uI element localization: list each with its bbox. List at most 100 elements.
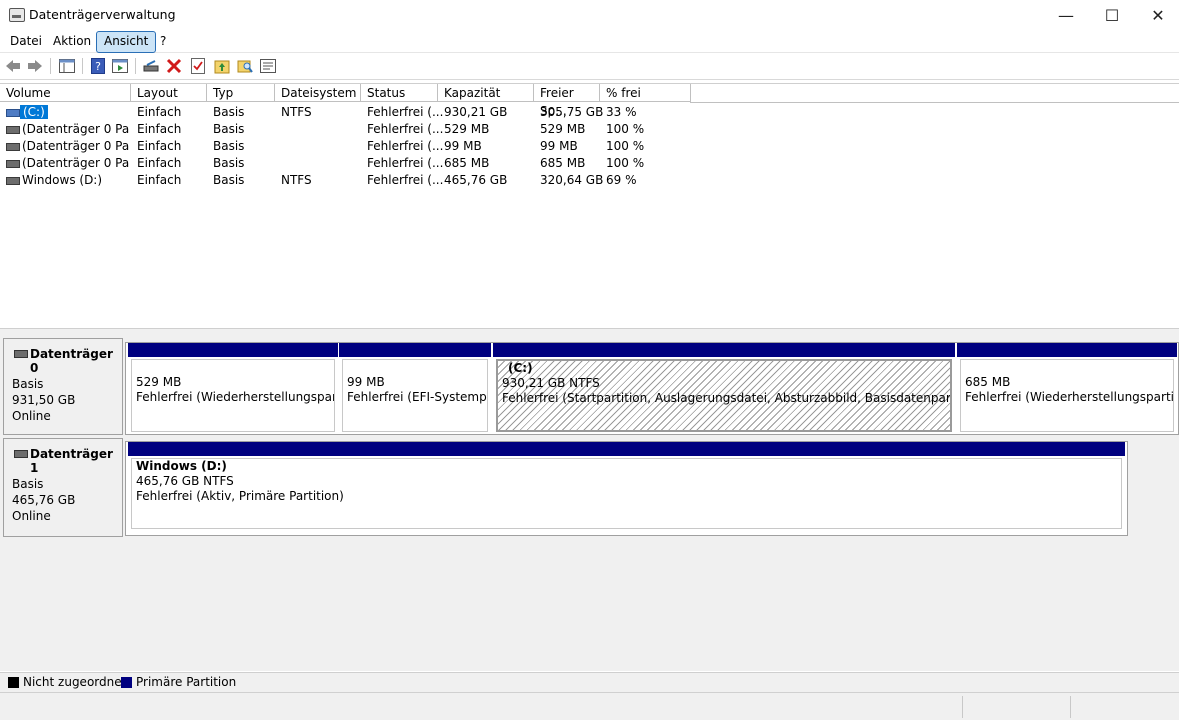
partition-body-selected: (C:) 930,21 GB NTFS Fehlerfrei (Startpar… (496, 359, 952, 432)
disk-type: Basis (12, 477, 44, 491)
status-cell: Fehlerfrei (... (367, 105, 444, 119)
percent-free-cell: 100 % (606, 139, 645, 153)
partition-bar (339, 343, 491, 357)
partition-title: Windows (D:) (136, 459, 227, 473)
disk-0-partitions: 529 MB Fehlerfrei (Wiederherstellungspar… (125, 342, 1179, 435)
partition-status: Fehlerfrei (EFI-Systempartit (347, 390, 487, 404)
menu-datei[interactable]: Datei (3, 31, 49, 51)
column-header-layout[interactable]: Layout (131, 84, 207, 102)
column-header-volume[interactable]: Volume (0, 84, 131, 102)
column-header-status[interactable]: Status (361, 84, 438, 102)
free-space-cell: 529 MB (540, 122, 586, 136)
partition-recovery-1[interactable]: 529 MB Fehlerfrei (Wiederherstellungspar… (128, 343, 338, 434)
status-cell: Fehlerfrei (... (367, 173, 444, 187)
disk-management-app-icon (9, 8, 25, 22)
legend-label-unallocated: Nicht zugeordnet (23, 675, 127, 689)
free-space-cell: 685 MB (540, 156, 586, 170)
typ-cell: Basis (213, 156, 245, 170)
checklist-icon[interactable] (189, 57, 207, 75)
partition-status: Fehlerfrei (Wiederherstellungspartition) (965, 390, 1174, 404)
volume-icon (6, 177, 20, 185)
capacity-cell: 685 MB (444, 156, 490, 170)
disk-1-label[interactable]: Datenträger 1 Basis 465,76 GB Online (3, 438, 123, 537)
partition-bar (493, 343, 955, 357)
table-row[interactable]: (Datenträger 0 Par... Einfach Basis Fehl… (0, 121, 700, 138)
toolbar-separator (50, 58, 51, 74)
connect-disk-icon[interactable] (142, 57, 160, 75)
partition-status: Fehlerfrei (Aktiv, Primäre Partition) (136, 489, 344, 503)
disk-name: Datenträger 1 (30, 447, 113, 475)
volume-name: (C:) (20, 105, 48, 119)
back-icon[interactable] (4, 57, 22, 75)
status-cell: Fehlerfrei (... (367, 139, 444, 153)
partition-body: Windows (D:) 465,76 GB NTFS Fehlerfrei (… (131, 458, 1122, 529)
forward-icon[interactable] (26, 57, 44, 75)
volume-icon (6, 126, 20, 134)
partition-d[interactable]: Windows (D:) 465,76 GB NTFS Fehlerfrei (… (128, 442, 1125, 535)
column-header-prozent-frei[interactable]: % frei (600, 84, 691, 102)
free-space-cell: 305,75 GB (540, 105, 604, 119)
partition-recovery-2[interactable]: 685 MB Fehlerfrei (Wiederherstellungspar… (957, 343, 1177, 434)
maximize-button[interactable]: ☐ (1089, 0, 1135, 30)
capacity-cell: 465,76 GB (444, 173, 508, 187)
volume-icon (6, 109, 20, 117)
table-row[interactable]: (Datenträger 0 Par... Einfach Basis Fehl… (0, 155, 700, 172)
partition-status: Fehlerfrei (Startpartition, Auslagerungs… (502, 391, 952, 405)
status-bar (0, 692, 1179, 720)
menu-help[interactable]: ? (153, 31, 173, 51)
disk-size: 465,76 GB (12, 493, 76, 507)
delete-icon[interactable] (165, 57, 183, 75)
table-row[interactable]: Windows (D:) Einfach Basis NTFS Fehlerfr… (0, 172, 700, 189)
partition-title (347, 360, 483, 375)
partition-body: 685 MB Fehlerfrei (Wiederherstellungspar… (960, 359, 1174, 432)
toolbar-separator (82, 58, 83, 74)
free-space-cell: 99 MB (540, 139, 578, 153)
percent-free-cell: 100 % (606, 122, 645, 136)
partition-size: 685 MB (965, 375, 1011, 389)
search-folder-icon[interactable] (236, 57, 254, 75)
disk-type: Basis (12, 377, 44, 391)
partition-bar (957, 343, 1177, 357)
view-icon[interactable] (111, 57, 129, 75)
filesystem-cell: NTFS (281, 173, 312, 187)
menu-ansicht[interactable]: Ansicht (96, 31, 157, 53)
table-row[interactable]: (C:) Einfach Basis NTFS Fehlerfrei (... … (0, 104, 700, 121)
status-cell: Fehlerfrei (... (367, 156, 444, 170)
help-icon[interactable]: ? (89, 57, 107, 75)
minimize-button[interactable]: — (1043, 0, 1089, 30)
partition-body: 99 MB Fehlerfrei (EFI-Systempartit (342, 359, 488, 432)
title-bar: Datenträgerverwaltung — ☐ ✕ (0, 0, 1179, 30)
legend-swatch-unallocated (8, 677, 19, 688)
disk-icon (14, 350, 28, 358)
status-bar-divider (1070, 696, 1071, 718)
properties-icon[interactable] (259, 57, 277, 75)
disk-name: Datenträger 0 (30, 347, 113, 375)
disk-icon (14, 450, 28, 458)
column-header-typ[interactable]: Typ (207, 84, 275, 102)
status-cell: Fehlerfrei (... (367, 122, 444, 136)
typ-cell: Basis (213, 139, 245, 153)
partition-title: (C:) (508, 361, 533, 375)
disk-0-label[interactable]: Datenträger 0 Basis 931,50 GB Online (3, 338, 123, 435)
folder-up-icon[interactable] (213, 57, 231, 75)
layout-cell: Einfach (137, 122, 182, 136)
status-bar-divider (962, 696, 963, 718)
menu-aktion[interactable]: Aktion (46, 31, 98, 51)
partition-c[interactable]: (C:) 930,21 GB NTFS Fehlerfrei (Startpar… (493, 343, 955, 434)
column-header-dateisystem[interactable]: Dateisystem (275, 84, 361, 102)
percent-free-cell: 100 % (606, 156, 645, 170)
console-tree-icon[interactable] (58, 57, 76, 75)
legend-swatch-primary (121, 677, 132, 688)
table-row[interactable]: (Datenträger 0 Par... Einfach Basis Fehl… (0, 138, 700, 155)
partition-bar (128, 343, 338, 357)
close-button[interactable]: ✕ (1135, 0, 1179, 30)
percent-free-cell: 69 % (606, 173, 637, 187)
partition-efi[interactable]: 99 MB Fehlerfrei (EFI-Systempartit (339, 343, 491, 434)
partition-size: 930,21 GB NTFS (502, 376, 600, 390)
capacity-cell: 99 MB (444, 139, 482, 153)
layout-cell: Einfach (137, 156, 182, 170)
column-header-kapazitaet[interactable]: Kapazität (438, 84, 534, 102)
column-header-freier-speicher[interactable]: Freier Sp... (534, 84, 600, 118)
volume-icon (6, 160, 20, 168)
partition-status: Fehlerfrei (Wiederherstellungspartitio (136, 390, 334, 404)
